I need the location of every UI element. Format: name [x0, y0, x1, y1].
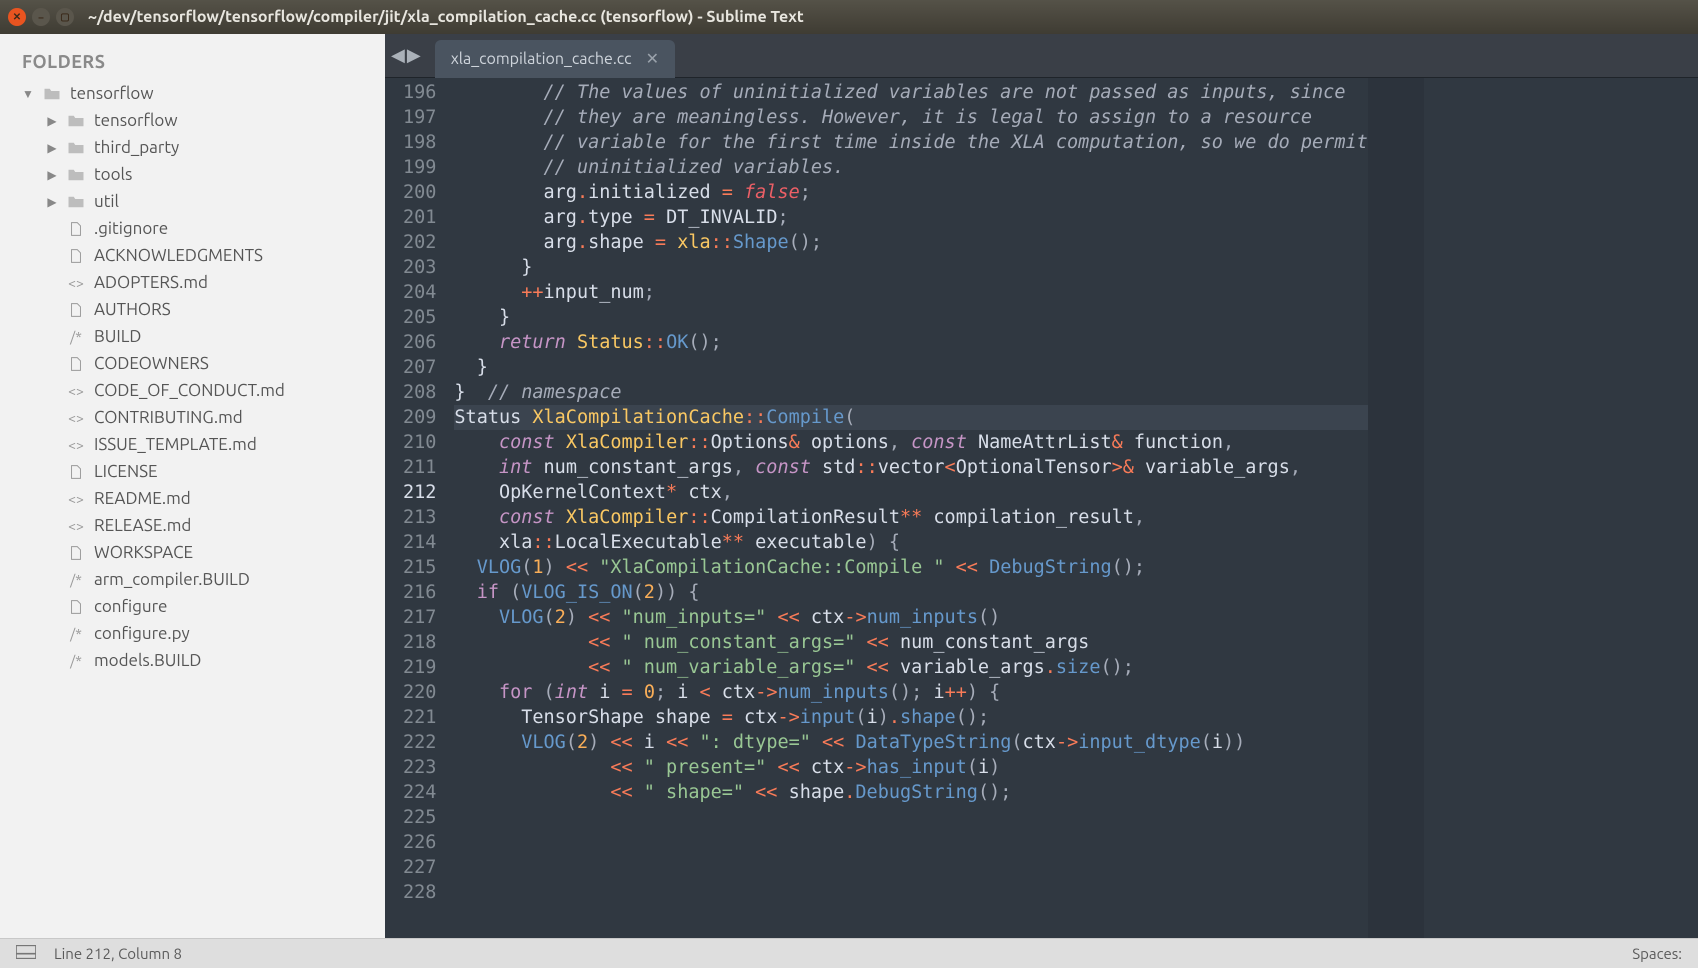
- tab-bar: ◀ ▶ xla_compilation_cache.cc ✕: [385, 34, 1698, 78]
- file-item[interactable]: CODEOWNERS: [0, 350, 385, 377]
- build-file-icon: /*: [66, 329, 86, 345]
- folder-label: tensorflow: [94, 111, 375, 130]
- folder-icon: [66, 114, 86, 128]
- folder-item[interactable]: ▶ third_party: [0, 134, 385, 161]
- file-label: WORKSPACE: [94, 543, 375, 562]
- window-title: ~/dev/tensorflow/tensorflow/compiler/jit…: [88, 8, 804, 26]
- folder-tree: ▼ tensorflow ▶ tensorflow ▶ third_party ▶ tools…: [0, 80, 385, 674]
- file-label: CODEOWNERS: [94, 354, 375, 373]
- file-label: README.md: [94, 489, 375, 508]
- markdown-file-icon: <>: [66, 383, 86, 399]
- file-item[interactable]: <> README.md: [0, 485, 385, 512]
- folder-label: tools: [94, 165, 375, 184]
- file-item[interactable]: /* arm_compiler.BUILD: [0, 566, 385, 593]
- window-controls: ✕ – ▢: [8, 8, 74, 26]
- file-label: ISSUE_TEMPLATE.md: [94, 435, 375, 454]
- file-item[interactable]: ACKNOWLEDGMENTS: [0, 242, 385, 269]
- file-icon: [66, 465, 86, 479]
- sidebar: FOLDERS ▼ tensorflow ▶ tensorflow ▶ third_par…: [0, 34, 385, 938]
- code-editor[interactable]: 1961971981992002012022032042052062072082…: [385, 78, 1698, 938]
- editor-area: ◀ ▶ xla_compilation_cache.cc ✕ 196197198…: [385, 34, 1698, 938]
- folder-item[interactable]: ▶ tensorflow: [0, 107, 385, 134]
- code-content[interactable]: // The values of uninitialized variables…: [450, 78, 1367, 938]
- file-label: arm_compiler.BUILD: [94, 570, 375, 589]
- file-label: models.BUILD: [94, 651, 375, 670]
- file-item[interactable]: LICENSE: [0, 458, 385, 485]
- file-label: ADOPTERS.md: [94, 273, 375, 292]
- markdown-file-icon: <>: [66, 410, 86, 426]
- file-item[interactable]: AUTHORS: [0, 296, 385, 323]
- file-item[interactable]: /* configure.py: [0, 620, 385, 647]
- folder-label: tensorflow: [70, 84, 375, 103]
- file-item[interactable]: /* models.BUILD: [0, 647, 385, 674]
- file-item[interactable]: <> ISSUE_TEMPLATE.md: [0, 431, 385, 458]
- markdown-file-icon: <>: [66, 491, 86, 507]
- chevron-right-icon[interactable]: ▶: [46, 114, 58, 128]
- status-cursor-position: Line 212, Column 8: [54, 945, 182, 962]
- folder-item[interactable]: ▶ tools: [0, 161, 385, 188]
- status-bar: Line 212, Column 8 Spaces:: [0, 938, 1698, 968]
- file-item[interactable]: WORKSPACE: [0, 539, 385, 566]
- folder-icon: [42, 87, 62, 101]
- chevron-right-icon[interactable]: ▶: [46, 195, 58, 209]
- file-icon: [66, 222, 86, 236]
- file-item[interactable]: <> CONTRIBUTING.md: [0, 404, 385, 431]
- build-file-icon: /*: [66, 572, 86, 588]
- markdown-file-icon: <>: [66, 275, 86, 291]
- file-label: ACKNOWLEDGMENTS: [94, 246, 375, 265]
- file-item[interactable]: configure: [0, 593, 385, 620]
- folder-root[interactable]: ▼ tensorflow: [0, 80, 385, 107]
- tab-next-icon[interactable]: ▶: [407, 45, 421, 66]
- chevron-down-icon[interactable]: ▼: [22, 87, 34, 101]
- file-icon: [66, 249, 86, 263]
- file-label: CONTRIBUTING.md: [94, 408, 375, 427]
- folder-icon: [66, 195, 86, 209]
- minimize-icon[interactable]: –: [32, 8, 50, 26]
- build-file-icon: /*: [66, 626, 86, 642]
- tab-close-icon[interactable]: ✕: [646, 49, 659, 68]
- folder-icon: [66, 168, 86, 182]
- tab-xla-compilation-cache[interactable]: xla_compilation_cache.cc ✕: [435, 40, 675, 78]
- close-icon[interactable]: ✕: [8, 8, 26, 26]
- file-label: RELEASE.md: [94, 516, 375, 535]
- file-label: AUTHORS: [94, 300, 375, 319]
- minimap[interactable]: [1368, 78, 1424, 938]
- file-icon: [66, 546, 86, 560]
- panel-toggle-icon[interactable]: [16, 945, 36, 962]
- file-item[interactable]: <> ADOPTERS.md: [0, 269, 385, 296]
- sidebar-folders-header: FOLDERS: [0, 44, 385, 80]
- chevron-right-icon[interactable]: ▶: [46, 141, 58, 155]
- file-item[interactable]: <> CODE_OF_CONDUCT.md: [0, 377, 385, 404]
- tab-nav-arrows: ◀ ▶: [391, 45, 421, 66]
- folder-label: util: [94, 192, 375, 211]
- file-icon: [66, 600, 86, 614]
- folder-icon: [66, 141, 86, 155]
- window-titlebar: ✕ – ▢ ~/dev/tensorflow/tensorflow/compil…: [0, 0, 1698, 34]
- maximize-icon[interactable]: ▢: [56, 8, 74, 26]
- file-icon: [66, 357, 86, 371]
- file-item[interactable]: /* BUILD: [0, 323, 385, 350]
- line-number-gutter: 1961971981992002012022032042052062072082…: [385, 78, 450, 938]
- file-label: .gitignore: [94, 219, 375, 238]
- chevron-right-icon[interactable]: ▶: [46, 168, 58, 182]
- tab-prev-icon[interactable]: ◀: [391, 45, 405, 66]
- markdown-file-icon: <>: [66, 437, 86, 453]
- file-label: configure.py: [94, 624, 375, 643]
- file-label: CODE_OF_CONDUCT.md: [94, 381, 375, 400]
- build-file-icon: /*: [66, 653, 86, 669]
- file-item[interactable]: <> RELEASE.md: [0, 512, 385, 539]
- markdown-file-icon: <>: [66, 518, 86, 534]
- tab-label: xla_compilation_cache.cc: [451, 50, 632, 68]
- file-icon: [66, 303, 86, 317]
- folder-label: third_party: [94, 138, 375, 157]
- file-item[interactable]: .gitignore: [0, 215, 385, 242]
- file-label: BUILD: [94, 327, 375, 346]
- file-label: configure: [94, 597, 375, 616]
- file-label: LICENSE: [94, 462, 375, 481]
- folder-item[interactable]: ▶ util: [0, 188, 385, 215]
- status-indent[interactable]: Spaces:: [1632, 945, 1682, 962]
